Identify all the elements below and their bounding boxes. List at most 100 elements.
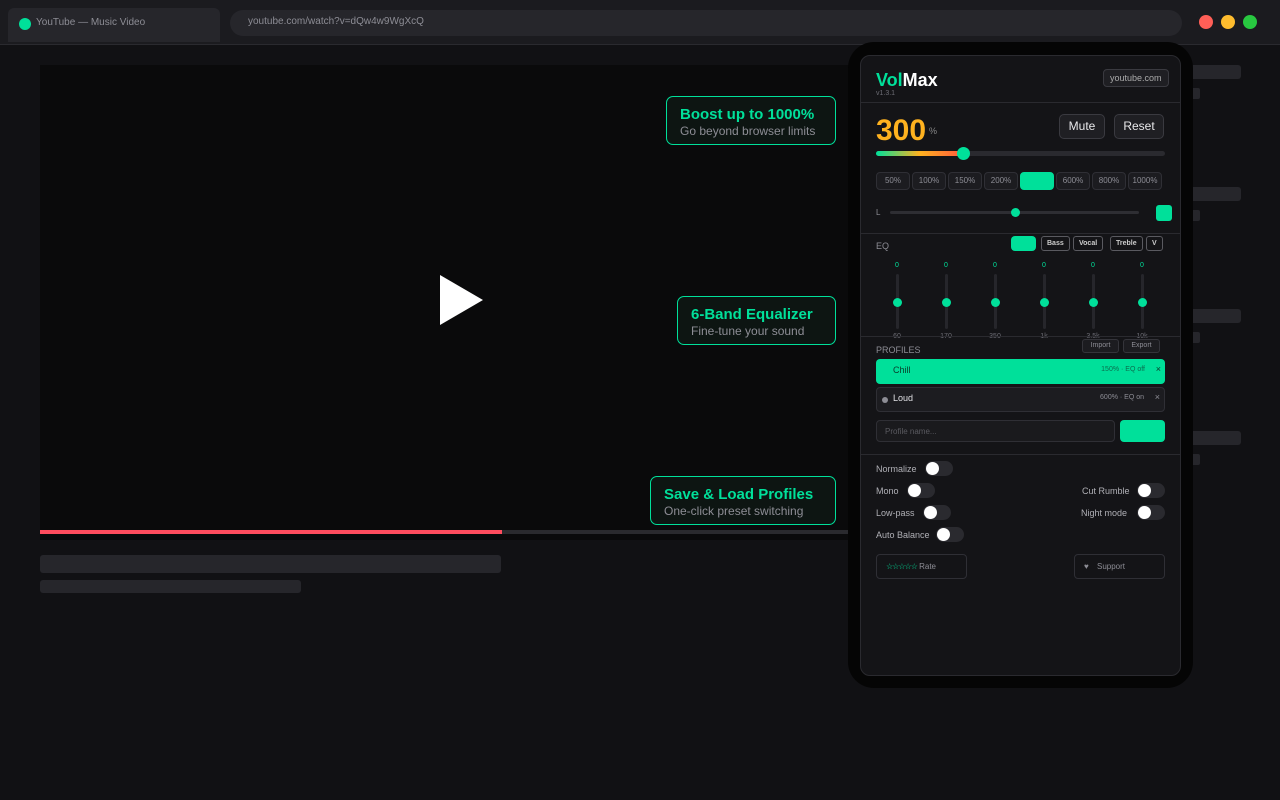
rate-label: Rate <box>919 562 936 571</box>
toggle-knob <box>924 506 937 519</box>
night-mode-label: Night mode <box>1081 508 1128 518</box>
balance-right-indicator[interactable] <box>1156 205 1172 221</box>
sidebar-placeholder <box>1190 309 1241 323</box>
volume-slider[interactable] <box>876 147 1165 160</box>
window-maximize-icon[interactable] <box>1243 15 1257 29</box>
mono-toggle[interactable] <box>907 483 935 498</box>
site-badge: youtube.com <box>1103 69 1169 87</box>
eq-band-value: 0 <box>1091 262 1095 269</box>
volume-value: 300 <box>876 114 927 147</box>
profile-name: Chill <box>893 365 911 375</box>
brand-logo: VolMax <box>876 70 938 91</box>
eq-enable-toggle[interactable] <box>1011 236 1036 251</box>
eq-band[interactable]: 0170 <box>936 262 956 340</box>
window-close-icon[interactable] <box>1199 15 1213 29</box>
eq-preset-treble[interactable]: Treble <box>1110 236 1143 251</box>
support-button[interactable]: ♥ Support <box>1074 554 1165 579</box>
heart-icon: ♥ <box>1084 562 1089 571</box>
preset-button[interactable]: 200% <box>984 172 1018 190</box>
eq-band-value: 0 <box>895 262 899 269</box>
eq-band[interactable]: 060 <box>887 262 907 340</box>
reset-button[interactable]: Reset <box>1114 114 1164 139</box>
balance-left-label: L <box>876 208 881 217</box>
eq-band-handle[interactable] <box>991 297 1000 307</box>
cut-rumble-label: Cut Rumble <box>1082 486 1130 496</box>
eq-band-handle[interactable] <box>942 297 951 307</box>
callout-subtitle: Go beyond browser limits <box>680 124 816 138</box>
browser-tab[interactable]: YouTube — Music Video <box>8 8 220 42</box>
volume-unit: % <box>929 126 938 136</box>
mute-button[interactable]: Mute <box>1059 114 1105 139</box>
profile-item-loud[interactable]: Loud 600% · EQ on × <box>876 387 1165 412</box>
export-button[interactable]: Export <box>1123 339 1160 353</box>
divider <box>861 454 1180 455</box>
preset-button[interactable] <box>1020 172 1054 190</box>
preset-button[interactable]: 1000% <box>1128 172 1162 190</box>
eq-band[interactable]: 010k <box>1132 262 1152 340</box>
preset-button[interactable]: 100% <box>912 172 946 190</box>
eq-band-handle[interactable] <box>1040 297 1049 307</box>
eq-band-handle[interactable] <box>1089 297 1098 307</box>
auto-balance-toggle[interactable] <box>936 527 964 542</box>
volmax-popup: VolMax v1.3.1 youtube.com 300 % Mute Res… <box>860 55 1181 676</box>
eq-preset-vocal[interactable]: Vocal <box>1073 236 1104 251</box>
address-bar-text: youtube.com/watch?v=dQw4w9WgXcQ <box>248 16 424 27</box>
balance-slider-handle[interactable] <box>1010 208 1020 217</box>
normalize-label: Normalize <box>876 464 917 474</box>
close-icon[interactable]: × <box>1156 364 1161 374</box>
sidebar-placeholder <box>1190 65 1241 79</box>
low-pass-toggle[interactable] <box>923 505 951 520</box>
eq-band-value: 0 <box>1042 262 1046 269</box>
volume-slider-handle[interactable] <box>956 147 970 160</box>
toggle-knob <box>1138 506 1151 519</box>
eq-preset-v[interactable]: V <box>1146 236 1163 251</box>
toggle-knob <box>908 484 921 497</box>
brand-max: Max <box>902 70 938 90</box>
divider <box>861 336 1180 337</box>
eq-band-value: 0 <box>944 262 948 269</box>
normalize-toggle[interactable] <box>925 461 953 476</box>
video-progress-fill <box>40 530 502 534</box>
eq-band-value: 0 <box>1140 262 1144 269</box>
profile-meta: 600% · EQ on <box>1100 394 1144 401</box>
toggle-knob <box>937 528 950 541</box>
eq-band-handle[interactable] <box>1138 297 1147 307</box>
eq-band-handle[interactable] <box>893 297 902 307</box>
close-icon[interactable]: × <box>1155 392 1160 402</box>
video-meta-placeholder <box>40 580 301 593</box>
preset-button[interactable]: 50% <box>876 172 910 190</box>
callout-title: Save & Load Profiles <box>664 486 814 503</box>
profiles-label: PROFILES <box>876 345 921 355</box>
play-icon[interactable] <box>440 275 483 325</box>
profile-name-input[interactable] <box>876 420 1115 442</box>
auto-balance-label: Auto Balance <box>876 530 930 540</box>
callout-title: Boost up to 1000% <box>680 106 815 123</box>
video-progress-bar[interactable] <box>40 530 850 534</box>
save-profile-button[interactable] <box>1120 420 1165 442</box>
preset-button[interactable]: 150% <box>948 172 982 190</box>
night-mode-toggle[interactable] <box>1137 505 1165 520</box>
eq-band[interactable]: 03.5k <box>1083 262 1103 340</box>
balance-slider[interactable] <box>890 208 1139 217</box>
video-title-placeholder <box>40 555 501 573</box>
rate-button[interactable]: ☆☆☆☆☆ Rate <box>876 554 967 579</box>
device-frame: VolMax v1.3.1 youtube.com 300 % Mute Res… <box>848 42 1193 688</box>
eq-preset-bass[interactable]: Bass <box>1041 236 1070 251</box>
eq-band[interactable]: 01k <box>1034 262 1054 340</box>
callout-boost: Boost up to 1000% Go beyond browser limi… <box>666 96 836 145</box>
tab-favicon-icon <box>19 18 31 30</box>
window-minimize-icon[interactable] <box>1221 15 1235 29</box>
mono-label: Mono <box>876 486 899 496</box>
preset-button[interactable]: 600% <box>1056 172 1090 190</box>
divider <box>861 233 1180 234</box>
version-label: v1.3.1 <box>876 90 896 97</box>
star-icon: ☆☆☆☆☆ <box>886 562 918 571</box>
eq-band[interactable]: 0350 <box>985 262 1005 340</box>
import-button[interactable]: Import <box>1082 339 1119 353</box>
callout-title: 6-Band Equalizer <box>691 306 813 323</box>
preset-button[interactable]: 800% <box>1092 172 1126 190</box>
address-bar[interactable]: youtube.com/watch?v=dQw4w9WgXcQ <box>230 10 1182 36</box>
callout-subtitle: One-click preset switching <box>664 504 804 518</box>
cut-rumble-toggle[interactable] <box>1137 483 1165 498</box>
profile-item-chill[interactable]: Chill 150% · EQ off × <box>876 359 1165 384</box>
